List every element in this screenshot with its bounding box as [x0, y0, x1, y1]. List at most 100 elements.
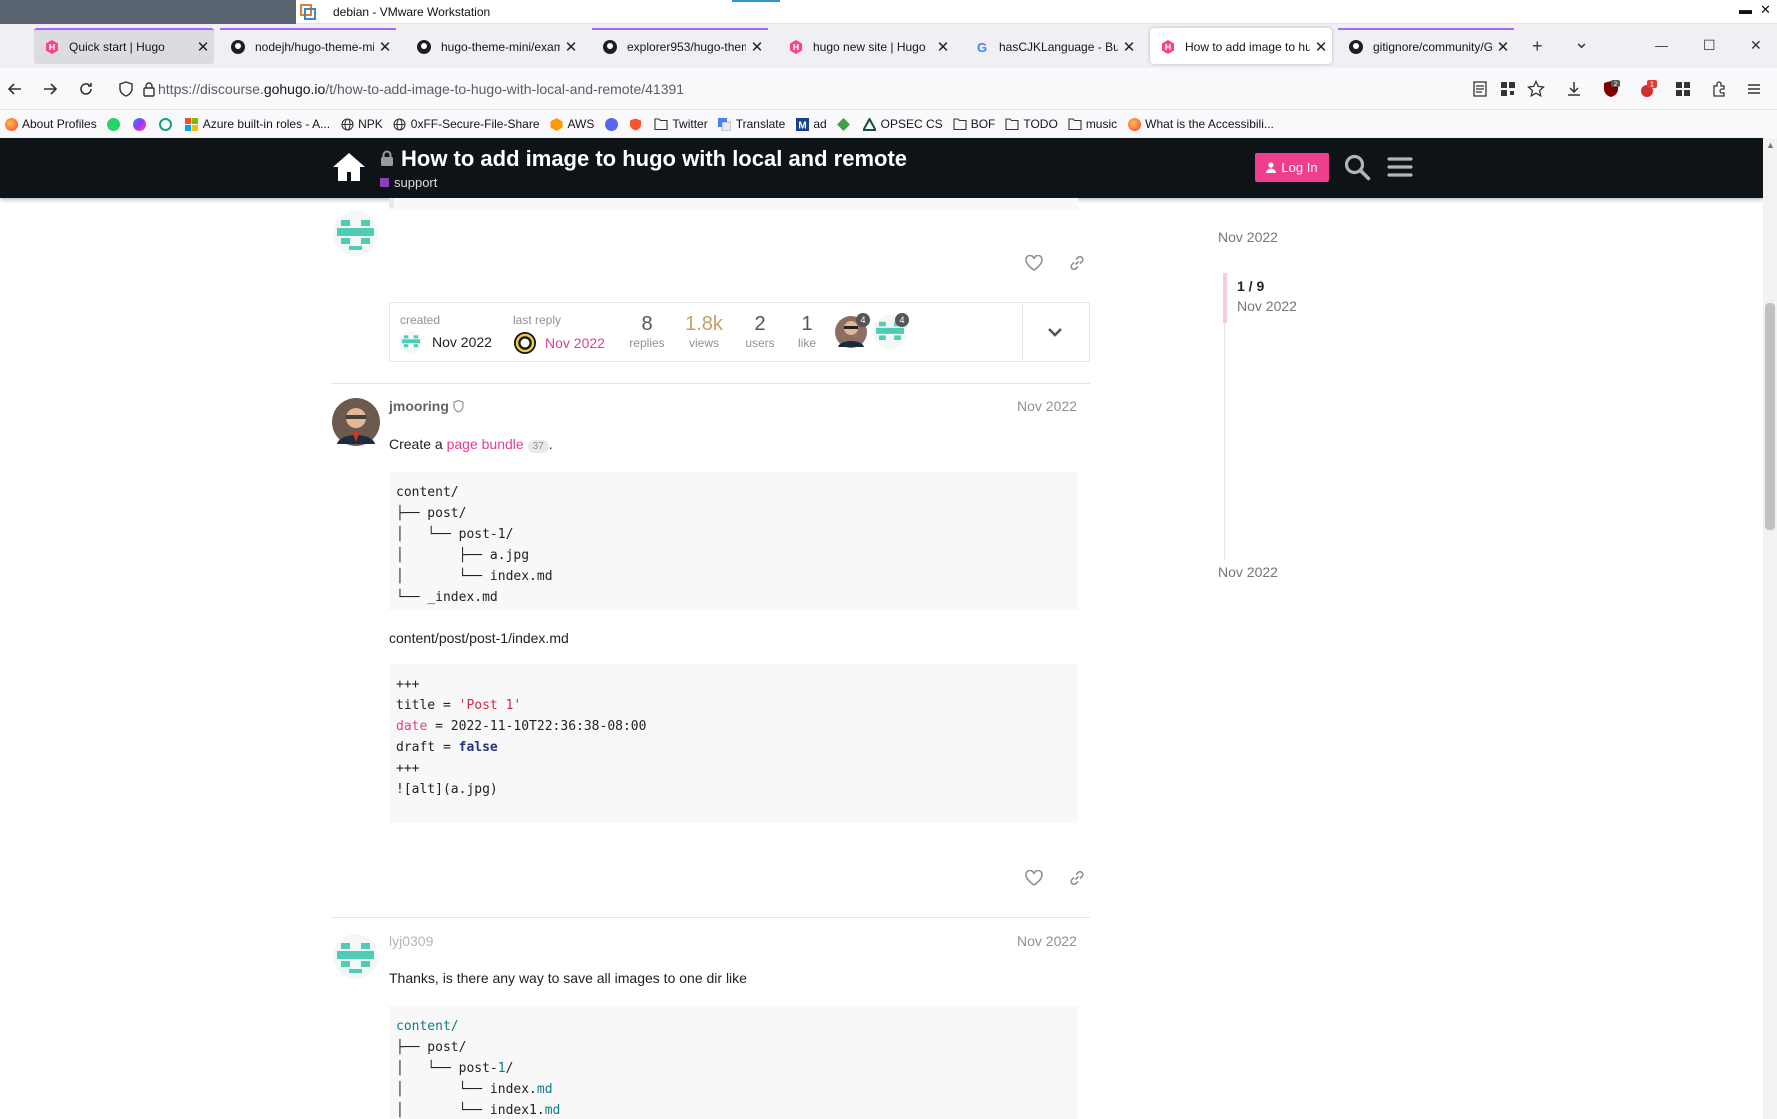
new-tab-button[interactable]: +	[1532, 36, 1543, 57]
tracking-protection-shield-icon[interactable]	[118, 81, 134, 97]
bookmark-chatgpt[interactable]	[159, 117, 177, 131]
browser-minimize-button[interactable]: —	[1655, 38, 1668, 53]
directory-tree-code-block[interactable]: content/ ├── post/ │ └── post-1/ │ └── i…	[389, 1006, 1078, 1119]
timeline-scroll-handle[interactable]	[1223, 273, 1227, 323]
like-heart-icon[interactable]	[1023, 867, 1045, 889]
extensions-grid-icon[interactable]	[1673, 79, 1693, 99]
timeline-end-date[interactable]: Nov 2022	[1218, 564, 1278, 580]
bookmark-aws[interactable]: AWS	[550, 117, 594, 131]
app-menu-icon[interactable]	[1744, 79, 1764, 99]
tab-nodejh[interactable]: nodejh/hugo-theme-mi ✕	[220, 28, 396, 64]
share-link-icon[interactable]	[1066, 867, 1088, 889]
topic-last-reply[interactable]: last reply Nov 2022	[513, 313, 605, 355]
tab-hascjklanguage[interactable]: G hasCJKLanguage - Busc ✕	[964, 28, 1140, 64]
bookmark-star-icon[interactable]	[1526, 79, 1546, 99]
bookmark-diamond[interactable]	[837, 117, 855, 131]
bookmark-todo-folder[interactable]: TODO	[1005, 117, 1058, 131]
topic-likes[interactable]: 1 like	[792, 313, 822, 350]
browser-close-button[interactable]: ✕	[1750, 37, 1762, 54]
reload-button[interactable]	[75, 78, 97, 100]
post-divider	[331, 383, 1090, 384]
window-minimize-button[interactable]: ▬	[1739, 2, 1752, 17]
topic-views[interactable]: 1.8k views	[682, 313, 726, 350]
like-heart-icon[interactable]	[1023, 252, 1045, 274]
search-icon[interactable]	[1343, 153, 1371, 181]
bookmark-translate[interactable]: Translate	[718, 117, 785, 131]
login-button[interactable]: Log In	[1255, 153, 1329, 182]
post-date[interactable]: Nov 2022	[1017, 398, 1077, 414]
bookmark-twitter-folder[interactable]: Twitter	[654, 117, 708, 131]
back-button[interactable]	[4, 78, 26, 100]
tab-how-to-add-image[interactable]: H How to add image to hu ✕	[1150, 28, 1332, 64]
page-scrollbar[interactable]: ▲	[1763, 138, 1777, 1119]
tab-close-icon[interactable]: ✕	[1492, 38, 1514, 56]
puzzle-extensions-icon[interactable]	[1709, 79, 1729, 99]
page-bundle-link[interactable]: page bundle	[447, 436, 524, 452]
tab-close-icon[interactable]: ✕	[932, 38, 954, 56]
tab-close-icon[interactable]: ✕	[192, 38, 214, 56]
bookmark-discord[interactable]	[604, 117, 622, 131]
hamburger-menu-icon[interactable]	[1386, 153, 1414, 181]
tab-explorer953[interactable]: explorer953/hugo-them ✕	[592, 28, 768, 64]
tab-gitignore[interactable]: gitignore/community/G ✕	[1338, 28, 1514, 64]
share-link-icon[interactable]	[1066, 252, 1088, 274]
bookmark-music-folder[interactable]: music	[1068, 117, 1117, 131]
participant-avatar[interactable]: 4	[873, 313, 909, 354]
scroll-up-arrow-icon[interactable]: ▲	[1766, 140, 1775, 150]
tab-close-icon[interactable]: ✕	[1310, 38, 1332, 56]
navigation-toolbar: https://discourse.gohugo.io/t/how-to-add…	[0, 68, 1777, 110]
topic-replies[interactable]: 8 replies	[627, 313, 667, 350]
bookmark-whatsapp[interactable]	[107, 117, 125, 131]
tab-hugo-theme-mini[interactable]: hugo-theme-mini/exam ✕	[406, 28, 582, 64]
forward-button[interactable]	[39, 78, 61, 100]
qr-code-icon[interactable]	[1498, 79, 1518, 99]
bookmark-ad[interactable]: Mad	[795, 117, 827, 131]
reader-view-icon[interactable]	[1470, 79, 1490, 99]
scrollbar-thumb[interactable]	[1765, 303, 1775, 530]
tab-quick-start[interactable]: H Quick start | Hugo ✕	[34, 28, 214, 64]
list-all-tabs-button[interactable]: ⌄	[1574, 32, 1589, 53]
extension-badge-icon[interactable]: 1	[1638, 79, 1658, 99]
bookmark-messenger[interactable]	[133, 117, 151, 131]
bookmark-npk[interactable]: NPK	[340, 117, 383, 131]
lock-icon[interactable]	[142, 81, 156, 97]
front-matter-code-block[interactable]: +++ title = 'Post 1' date = 2022-11-10T2…	[389, 664, 1078, 823]
topic-title[interactable]: How to add image to hugo with local and …	[401, 146, 907, 172]
home-icon[interactable]	[331, 150, 367, 184]
participant-avatar[interactable]: 4	[834, 313, 870, 354]
tab-close-icon[interactable]: ✕	[560, 38, 582, 56]
post-author[interactable]: lyj0309	[389, 933, 433, 949]
tab-close-icon[interactable]: ✕	[374, 38, 396, 56]
address-bar[interactable]: https://discourse.gohugo.io/t/how-to-add…	[110, 73, 1450, 105]
browser-maximize-button[interactable]: ☐	[1703, 37, 1716, 54]
post-author[interactable]: jmooring	[389, 398, 464, 414]
tab-close-icon[interactable]: ✕	[1118, 38, 1140, 56]
avatar[interactable]	[333, 934, 378, 979]
ublock-extension-icon[interactable]: 2	[1601, 79, 1621, 99]
topic-created[interactable]: created Nov 2022	[400, 313, 492, 353]
tab-hugo-new-site[interactable]: H hugo new site | Hugo ✕	[778, 28, 954, 64]
bookmark-bof-folder[interactable]: BOF	[953, 117, 995, 131]
url-text[interactable]: https://discourse.gohugo.io/t/how-to-add…	[158, 81, 684, 97]
bookmark-opsec-cs[interactable]: OPSEC CS	[863, 117, 943, 131]
avatar[interactable]	[332, 398, 380, 446]
whatsapp-icon	[107, 117, 121, 131]
chevron-down-icon[interactable]	[1046, 323, 1064, 341]
timeline-start-date[interactable]: Nov 2022	[1218, 229, 1278, 245]
tab-close-icon[interactable]: ✕	[746, 38, 768, 56]
directory-tree-code-block[interactable]: content/ ├── post/ │ └── post-1/ │ ├── a…	[389, 472, 1078, 610]
hugo-icon: H	[788, 39, 804, 55]
bookmark-azure-roles[interactable]: Azure built-in roles - A...	[185, 117, 330, 131]
avatar[interactable]	[333, 211, 378, 256]
bookmark-shield[interactable]	[628, 117, 646, 131]
bookmark-secure-file-share[interactable]: 0xFF-Secure-File-Share	[393, 117, 540, 131]
folder-icon	[953, 117, 967, 131]
github-icon	[1348, 39, 1364, 55]
topic-users[interactable]: 2 users	[740, 313, 780, 350]
bookmark-about-profiles[interactable]: About Profiles	[4, 117, 97, 131]
bookmark-accessibility[interactable]: What is the Accessibili...	[1127, 117, 1274, 131]
post-date[interactable]: Nov 2022	[1017, 933, 1077, 949]
window-close-button[interactable]: ✕	[1760, 2, 1771, 18]
category-badge[interactable]: support	[380, 175, 437, 190]
downloads-icon[interactable]	[1564, 79, 1584, 99]
